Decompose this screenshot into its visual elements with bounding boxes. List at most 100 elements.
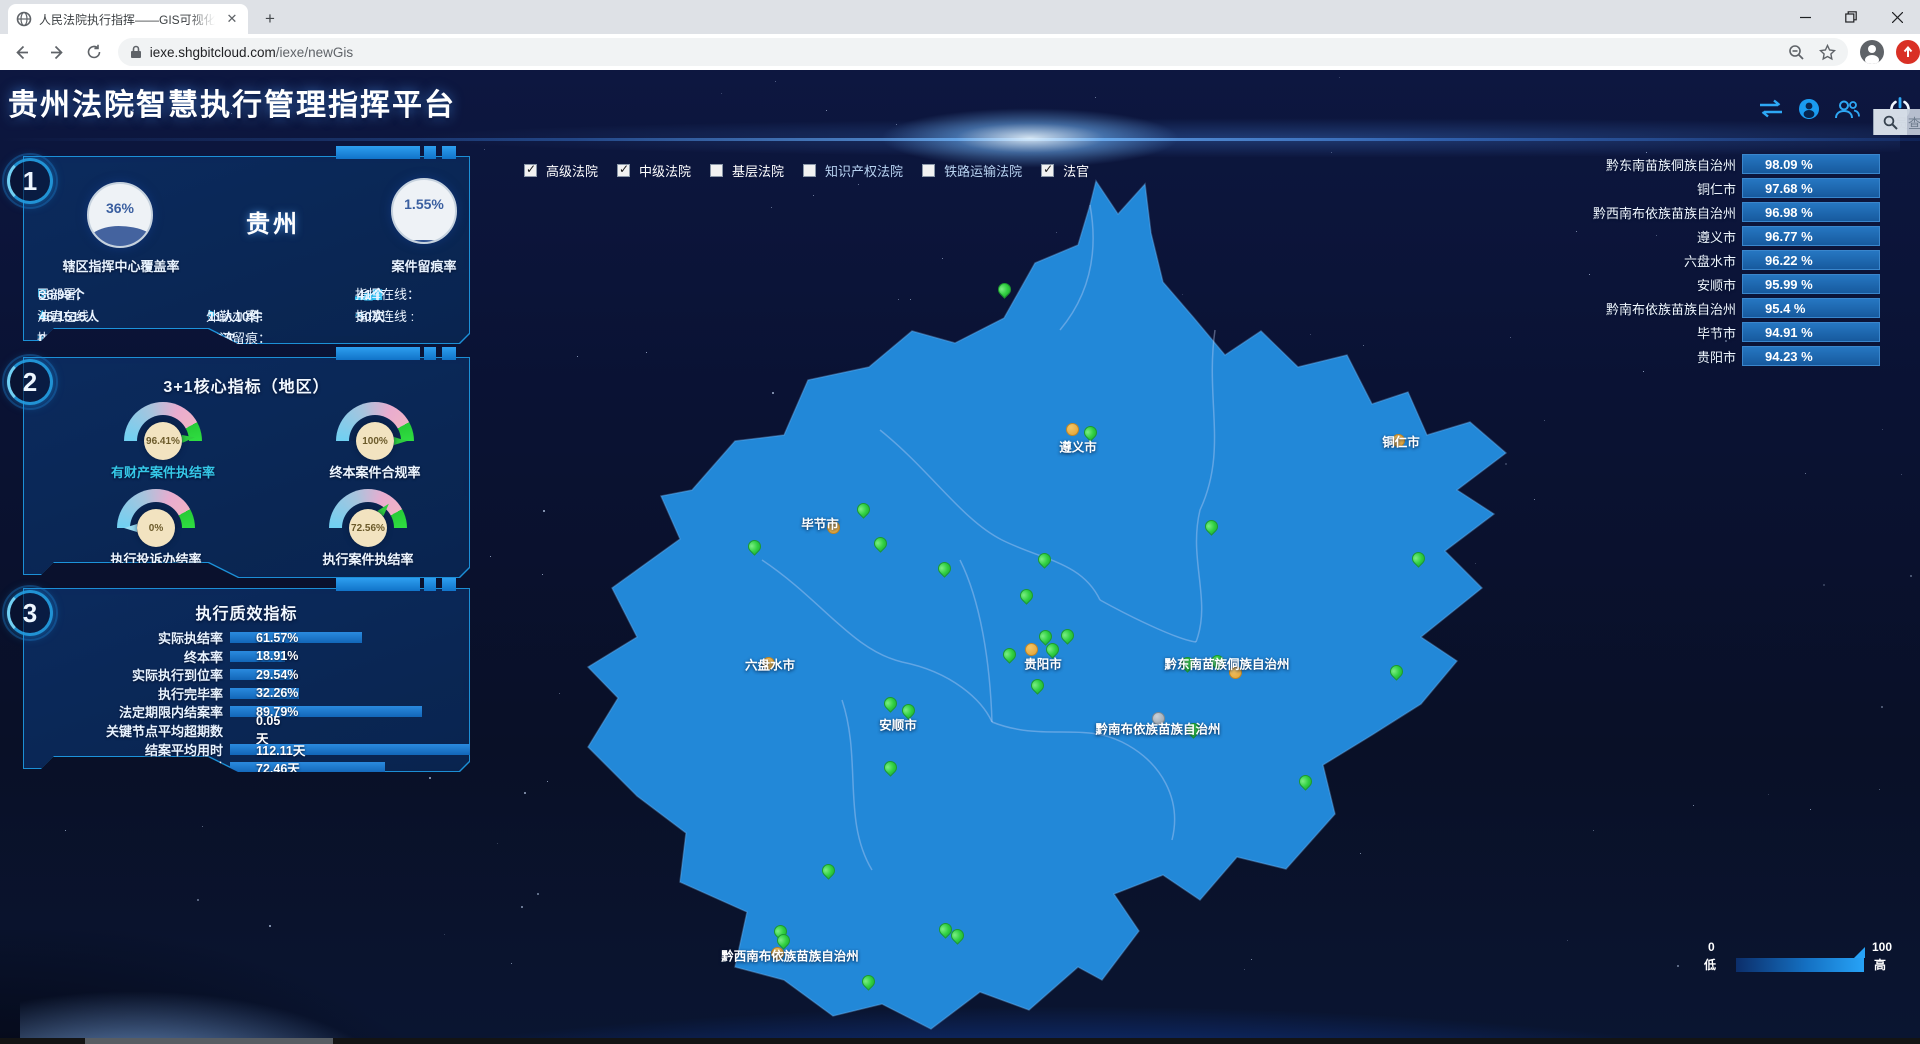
quality-value: 18.91% (256, 649, 298, 663)
gauge-label: 终本案件合规率 (275, 462, 475, 481)
quality-value: 32.26% (256, 686, 298, 700)
ranking-row[interactable]: 黔东南苗族侗族自治州 98.09 % (1564, 154, 1880, 174)
quality-label: 执行完毕率 (38, 684, 223, 703)
dashboard-stage: 贵州法院智慧执行管理指挥平台 人员查找 (0, 70, 1920, 1038)
filter-checkbox-0[interactable] (524, 164, 537, 177)
gauge-value: 0% (137, 509, 175, 547)
panel3-badge: 3 (7, 590, 53, 636)
ranking-region-name: 黔西南布依族苗族自治州 (1564, 203, 1736, 222)
quality-row: 结案平均用时 112.11天 (38, 740, 470, 759)
browser-update-icon[interactable] (1896, 40, 1920, 64)
filter-label: 知识产权法院 (825, 161, 903, 180)
globe-favicon-icon (16, 11, 32, 27)
ranking-value: 97.68 % (1765, 181, 1813, 196)
stat-row: ♟法官在线：46/1515人 (37, 304, 53, 326)
ranking-value: 94.91 % (1765, 325, 1813, 340)
city-label: 黔西南布依族苗族自治州 (721, 946, 859, 965)
quality-label: 实际执结率 (38, 628, 223, 647)
back-button[interactable] (8, 38, 36, 66)
coverage-liquid-gauge: 36% (87, 182, 153, 248)
quality-label: 终本率 (38, 647, 223, 666)
stat-value: 46/1515人 (39, 306, 99, 325)
refresh-button[interactable] (80, 38, 108, 66)
new-tab-button[interactable]: + (260, 9, 280, 29)
map-legend: 0 低 100 高 (1700, 940, 1900, 980)
filter-label: 中级法院 (639, 161, 691, 180)
browser-toolbar: iexe.shgbitcloud.com/iexe/newGis (0, 34, 1920, 70)
legend-max: 100 (1872, 940, 1892, 954)
window-close-button[interactable] (1874, 0, 1920, 34)
zoom-page-icon[interactable] (1788, 44, 1805, 61)
quality-row: 关键节点平均超期数 0.05天 (38, 721, 230, 740)
panel1-badge: 1 (7, 158, 53, 204)
command-center-dot-orange[interactable] (1066, 423, 1079, 436)
city-label: 铜仁市 (1382, 432, 1420, 451)
ranking-region-name: 贵阳市 (1564, 347, 1736, 366)
trace-liquid-gauge: 1.55% (391, 178, 457, 244)
ranking-row[interactable]: 六盘水市 96.22 % (1564, 250, 1880, 270)
gauge-value: 100% (356, 422, 394, 460)
browser-profile-avatar[interactable] (1860, 40, 1884, 64)
ranking-value: 94.23 % (1765, 349, 1813, 364)
city-label: 黔东南苗族侗族自治州 (1164, 654, 1289, 673)
ranking-bar: 94.23 % (1742, 346, 1880, 366)
ranking-row[interactable]: 黔西南布依族苗族自治州 96.98 % (1564, 202, 1880, 222)
stat-value: 36/99个 (39, 284, 85, 303)
scrollbar-thumb[interactable] (85, 1038, 333, 1044)
quality-metrics-title: 执行质效指标 (23, 600, 470, 624)
ranking-row[interactable]: 黔南布依族苗族自治州 95.4 % (1564, 298, 1880, 318)
url-bar[interactable]: iexe.shgbitcloud.com/iexe/newGis (118, 38, 1848, 66)
stat-row: ⊞已部署：36/99个 (37, 282, 53, 304)
forward-button[interactable] (44, 38, 72, 66)
bookmark-star-icon[interactable] (1819, 44, 1836, 61)
quality-value: 29.54% (256, 668, 298, 682)
filter-label: 基层法院 (732, 161, 784, 180)
quality-row: 实际执行到位率 29.54% (38, 665, 293, 684)
filter-checkbox-5[interactable] (1041, 164, 1054, 177)
browser-tab[interactable]: 人民法院执行指挥——GIS可视化 ✕ (8, 4, 248, 34)
legend-marker (1854, 947, 1865, 958)
filter-checkbox-1[interactable] (617, 164, 630, 177)
ranking-region-name: 黔东南苗族侗族自治州 (1564, 155, 1736, 174)
horizontal-scrollbar[interactable] (0, 1038, 1920, 1044)
legend-gradient-bar (1736, 958, 1864, 972)
quality-row: 执行完毕率 32.26% (38, 684, 299, 703)
legend-min-label: 低 (1704, 956, 1716, 973)
window-minimize-button[interactable] (1782, 0, 1828, 34)
province-shape (588, 181, 1506, 1029)
ranking-row[interactable]: 贵阳市 94.23 % (1564, 346, 1880, 366)
window-restore-button[interactable] (1828, 0, 1874, 34)
quality-label: 结案平均用时 (38, 740, 223, 759)
ranking-value: 96.98 % (1765, 205, 1813, 220)
ranking-bar: 96.22 % (1742, 250, 1880, 270)
panel-quality-metrics: 执行质效指标 实际执结率 61.57% 终本率 18.91% 实际执行到位率 2… (23, 588, 470, 772)
quality-label: 关键节点平均超期数 (38, 721, 223, 740)
ranking-row[interactable]: 铜仁市 97.68 % (1564, 178, 1880, 198)
quality-row: 实际执结率 61.57% (38, 628, 362, 647)
filter-label: 法官 (1063, 161, 1089, 180)
quality-row: 法定期限内结案率 89.79% (38, 702, 422, 721)
tab-close-icon[interactable]: ✕ (224, 11, 240, 27)
filter-checkbox-3[interactable] (803, 164, 816, 177)
filter-checkbox-4[interactable] (922, 164, 935, 177)
ranking-bar: 94.91 % (1742, 322, 1880, 342)
filter-checkbox-2[interactable] (710, 164, 723, 177)
city-label: 遵义市 (1059, 437, 1097, 456)
quality-label: 实际执行到位率 (38, 665, 223, 684)
city-label: 黔南布依族苗族自治州 (1095, 719, 1220, 738)
ranking-bar: 96.77 % (1742, 226, 1880, 246)
stat-value: 50次 (357, 306, 384, 325)
ranking-value: 96.77 % (1765, 229, 1813, 244)
quality-label: 法定期限内结案率 (38, 702, 223, 721)
ranking-row[interactable]: 安顺市 95.99 % (1564, 274, 1880, 294)
court-filter-bar: 高级法院中级法院基层法院知识产权法院铁路运输法院法官 (524, 162, 1099, 178)
gauge-value: 72.56% (349, 509, 387, 547)
region-name: 贵州 (223, 204, 323, 239)
application-window: 人民法院执行指挥——GIS可视化 ✕ + (0, 0, 1920, 1044)
stat-value: 11人10件 (208, 306, 262, 325)
ranking-row[interactable]: 遵义市 96.77 % (1564, 226, 1880, 246)
ranking-row[interactable]: 毕节市 94.91 % (1564, 322, 1880, 342)
ranking-value: 95.4 % (1765, 301, 1805, 316)
legend-min: 0 (1708, 940, 1715, 954)
panel-command-overview: 36% 辖区指挥中心覆盖率 贵州 1.55% 案件留痕率 ⊞已部署：36/99个… (23, 156, 470, 344)
